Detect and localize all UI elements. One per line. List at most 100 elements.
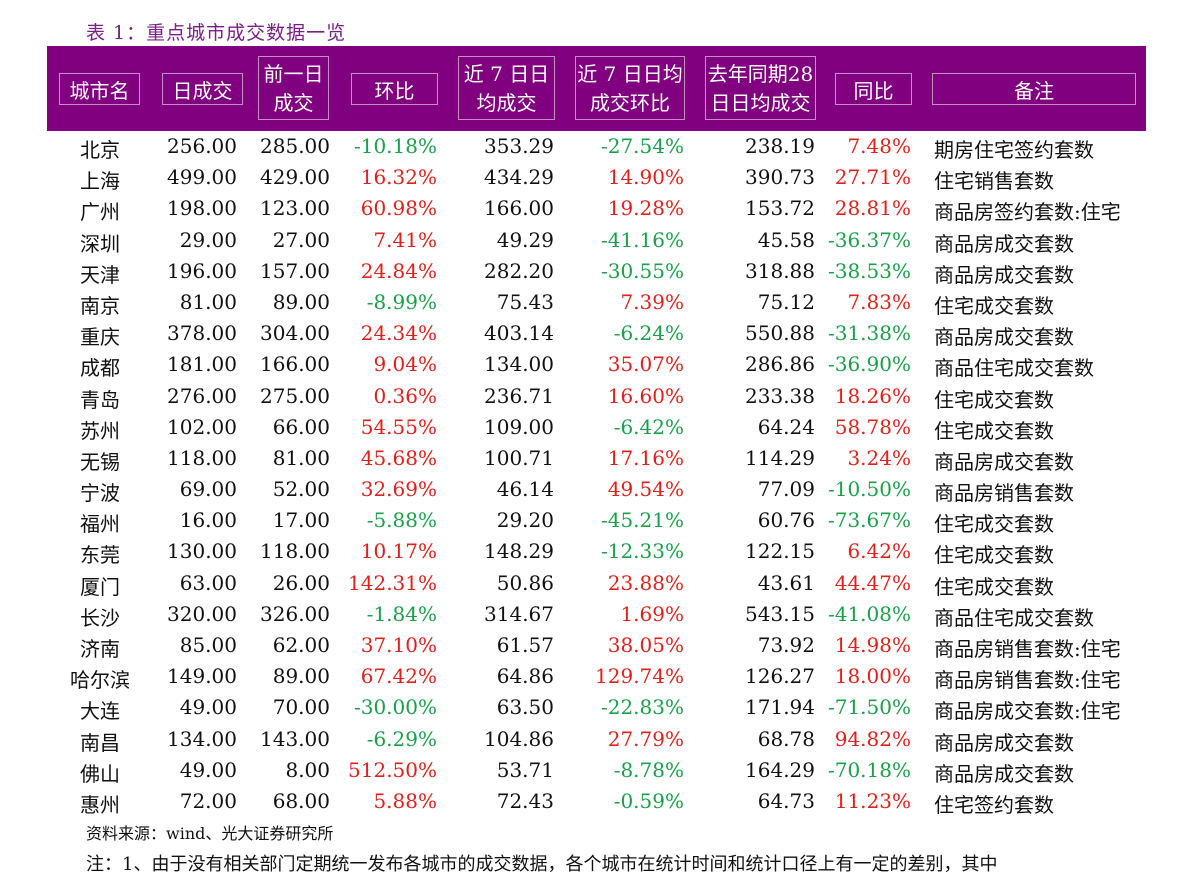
cell-lastyear: 390.73	[745, 165, 815, 190]
header-prev-day-line2: 成交	[273, 90, 314, 115]
cell-lastyear: 164.29	[745, 757, 815, 782]
cell-avg7: 46.14	[496, 477, 554, 502]
cell-lastyear: 73.92	[757, 633, 815, 657]
table-row: 成都 181.00 166.00 9.04% 134.00 35.07% 286.86 -36…	[0, 350, 1190, 381]
cell-note: 商品房成交套数	[934, 761, 1074, 786]
cell-avg7: 64.86	[496, 664, 554, 689]
table-title: 表 1：重点城市成交数据一览	[86, 22, 347, 44]
source-note: 资料来源：wind、光大证券研究所	[86, 824, 334, 843]
cell-prev: 285.00	[260, 134, 330, 158]
cell-note: 商品房签约套数:住宅	[934, 200, 1121, 225]
cell-prev: 52.00	[272, 477, 330, 502]
cell-ring: 142.31%	[348, 570, 437, 595]
cell-yoy: -71.50%	[827, 695, 911, 720]
table-row: 大连 49.00 70.00 -30.00% 63.50 -22.83% 171.94 -71…	[0, 693, 1190, 724]
cell-lastyear: 77.09	[757, 477, 815, 502]
cell-note: 商品房成交套数	[934, 325, 1074, 350]
cell-ring: 10.17%	[360, 539, 437, 564]
cell-yoy: -36.37%	[827, 227, 911, 252]
cell-note: 商品房销售套数	[934, 481, 1074, 506]
cell-avg7: 50.86	[496, 570, 554, 595]
cell-prev: 157.00	[260, 258, 330, 283]
cell-city: 青岛	[80, 387, 120, 412]
cell-avg7: 109.00	[484, 414, 554, 439]
cell-avg7: 100.71	[484, 445, 554, 470]
cell-avg7: 53.71	[496, 757, 554, 782]
cell-ring: 60.98%	[360, 196, 437, 221]
cell-avg7ring: -30.55%	[600, 258, 684, 283]
cell-city: 宁波	[80, 481, 120, 506]
table-row: 上海 499.00 429.00 16.32% 434.29 14.90% 390.73 27…	[0, 163, 1190, 194]
cell-prev: 26.00	[272, 570, 330, 595]
cell-prev: 81.00	[272, 445, 330, 470]
cell-lastyear: 60.76	[757, 508, 815, 533]
cell-lastyear: 43.61	[757, 570, 815, 595]
cell-prev: 68.00	[272, 788, 330, 813]
cell-ring: 45.68%	[360, 445, 437, 470]
cell-daily: 198.00	[167, 196, 237, 221]
cell-avg7: 434.29	[484, 165, 554, 190]
cell-avg7: 166.00	[484, 196, 554, 221]
table-row: 济南 85.00 62.00 37.10% 61.57 38.05% 73.92 14.98%…	[0, 631, 1190, 662]
cell-lastyear: 286.86	[745, 352, 815, 377]
cell-ring: 7.41%	[373, 227, 437, 252]
cell-city: 无锡	[80, 449, 120, 474]
cell-yoy: -73.67%	[827, 508, 911, 533]
cell-daily: 256.00	[167, 134, 237, 158]
cell-daily: 130.00	[167, 539, 237, 564]
cell-yoy: -10.50%	[827, 477, 911, 502]
cell-yoy: -41.08%	[827, 601, 911, 626]
cell-avg7: 75.43	[496, 289, 554, 314]
cell-avg7: 148.29	[484, 539, 554, 564]
cell-yoy: 7.48%	[847, 134, 911, 158]
cell-prev: 8.00	[285, 757, 330, 782]
table-row: 广州 198.00 123.00 60.98% 166.00 19.28% 153.72 28…	[0, 194, 1190, 225]
table-row: 佛山 49.00 8.00 512.50% 53.71 -8.78% 164.29 -70.1…	[0, 756, 1190, 787]
cell-avg7: 61.57	[496, 633, 554, 657]
cell-note: 商品房销售套数:住宅	[934, 668, 1121, 693]
cell-avg7ring: 23.88%	[607, 570, 684, 595]
cell-city: 北京	[80, 138, 120, 162]
table-row: 南京 81.00 89.00 -8.99% 75.43 7.39% 75.12 7.83% 住宅…	[0, 288, 1190, 319]
cell-daily: 16.00	[179, 508, 237, 533]
cell-daily: 63.00	[179, 570, 237, 595]
cell-avg7: 403.14	[484, 321, 554, 346]
cell-daily: 49.00	[179, 695, 237, 720]
header-prev-day-line1: 前一日	[263, 61, 324, 86]
cell-yoy: 18.26%	[834, 383, 911, 408]
cell-avg7: 29.20	[496, 508, 554, 533]
table-row: 无锡 118.00 81.00 45.68% 100.71 17.16% 114.29 3.2…	[0, 444, 1190, 475]
cell-city: 惠州	[80, 792, 120, 817]
cell-avg7ring: 16.60%	[607, 383, 684, 408]
cell-avg7: 236.71	[484, 383, 554, 408]
table-row: 厦门 63.00 26.00 142.31% 50.86 23.88% 43.61 44.47…	[0, 569, 1190, 600]
cell-avg7ring: 19.28%	[607, 196, 684, 221]
cell-daily: 102.00	[167, 414, 237, 439]
header-avg7: 近 7 日日 均成交	[458, 56, 555, 120]
cell-prev: 304.00	[260, 321, 330, 346]
cell-note: 住宅销售套数	[934, 169, 1054, 194]
cell-avg7: 49.29	[496, 227, 554, 252]
cell-city: 广州	[80, 200, 120, 225]
header-city: 城市名	[59, 73, 140, 105]
cell-prev: 70.00	[272, 695, 330, 720]
table-row: 青岛 276.00 275.00 0.36% 236.71 16.60% 233.38 18.…	[0, 382, 1190, 413]
cell-note: 商品房成交套数	[934, 262, 1074, 287]
cell-note: 住宅成交套数	[934, 512, 1054, 537]
cell-lastyear: 68.78	[757, 726, 815, 751]
header-avg7-ring-line1: 近 7 日日均	[577, 61, 683, 86]
cell-avg7ring: 38.05%	[607, 633, 684, 657]
cell-prev: 166.00	[260, 352, 330, 377]
cell-yoy: 3.24%	[847, 445, 911, 470]
cell-note: 商品房销售套数:住宅	[934, 637, 1121, 661]
table-row: 哈尔滨 149.00 89.00 67.42% 64.86 129.74% 126.27 18…	[0, 662, 1190, 693]
cell-yoy: 11.23%	[834, 788, 911, 813]
cell-note: 住宅成交套数	[934, 387, 1054, 412]
cell-daily: 181.00	[167, 352, 237, 377]
cell-ring: -6.29%	[366, 726, 437, 751]
cell-prev: 17.00	[272, 508, 330, 533]
header-yoy: 同比	[835, 73, 912, 105]
cell-avg7ring: -6.42%	[613, 414, 684, 439]
cell-avg7: 104.86	[484, 726, 554, 751]
cell-yoy: -31.38%	[827, 321, 911, 346]
